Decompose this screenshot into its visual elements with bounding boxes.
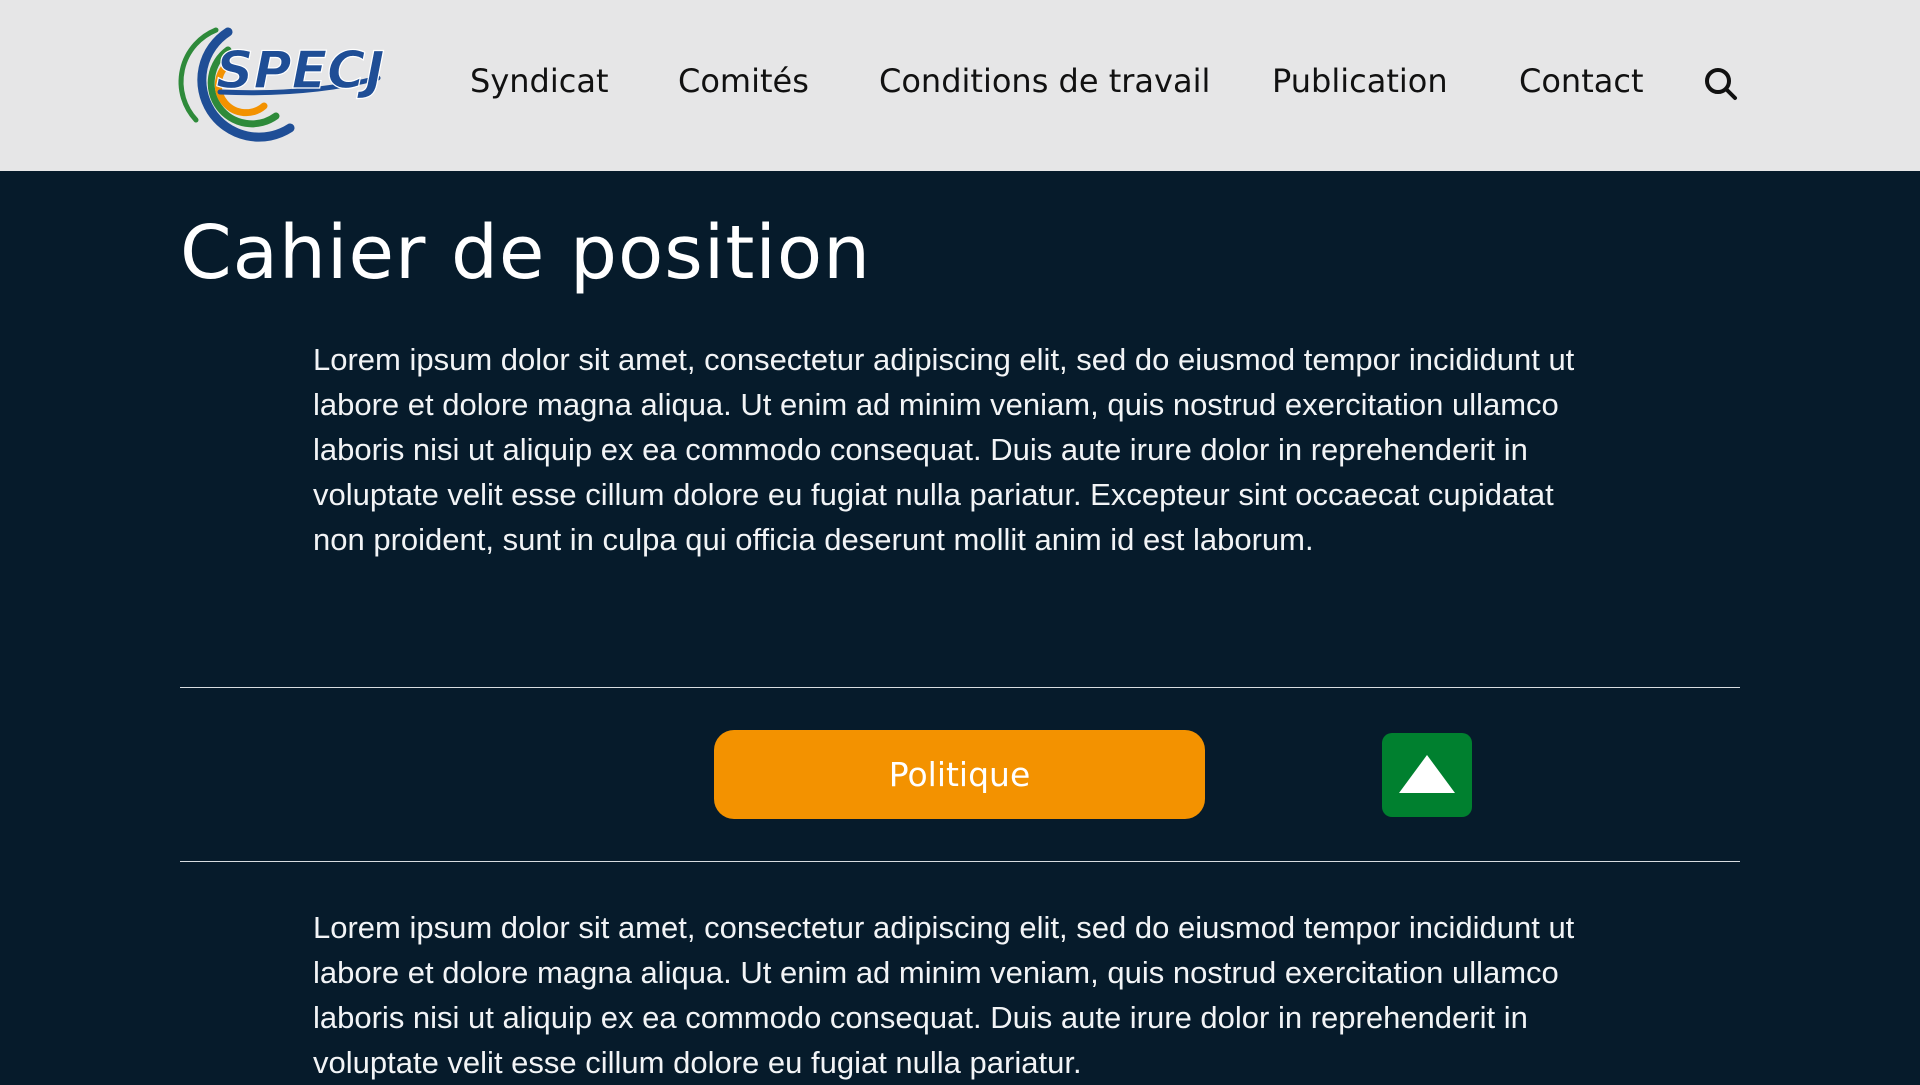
divider-bottom [180, 861, 1740, 862]
divider-top [180, 687, 1740, 688]
site-header: SPECJ Syndicat Comités Conditions de tra… [0, 0, 1920, 171]
intro-paragraph: Lorem ipsum dolor sit amet, consectetur … [313, 342, 1575, 557]
collapse-toggle-button[interactable] [1382, 733, 1472, 817]
section-paragraph: Lorem ipsum dolor sit amet, consectetur … [313, 910, 1575, 1080]
nav-item-publication[interactable]: Publication [1272, 62, 1448, 100]
nav-item-syndicat[interactable]: Syndicat [470, 62, 608, 100]
search-icon[interactable] [1704, 67, 1738, 101]
nav-item-conditions-de-travail[interactable]: Conditions de travail [879, 62, 1210, 100]
nav-item-contact[interactable]: Contact [1519, 62, 1644, 100]
politique-section-button[interactable]: Politique [714, 730, 1205, 819]
page-title: Cahier de position [180, 210, 872, 296]
triangle-up-icon [1399, 755, 1455, 793]
main-nav: Syndicat Comités Conditions de travail P… [0, 0, 1920, 171]
nav-item-comites[interactable]: Comités [678, 62, 809, 100]
